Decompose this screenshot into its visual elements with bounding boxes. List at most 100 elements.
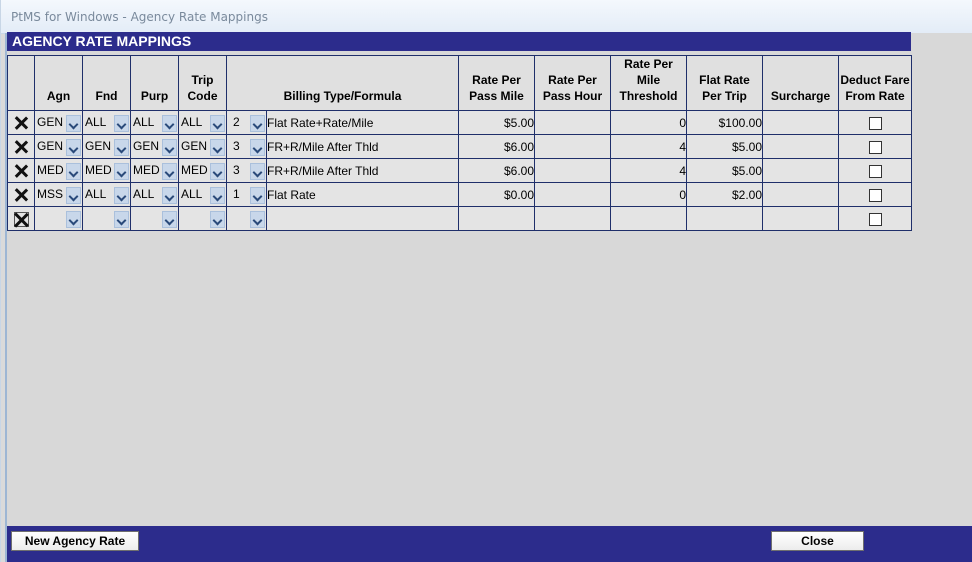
chevron-down-icon[interactable]: [66, 162, 81, 180]
surcharge-cell[interactable]: [762, 206, 840, 231]
billing-formula-cell: [265, 206, 460, 231]
surcharge-cell[interactable]: [762, 110, 840, 135]
chevron-down-icon[interactable]: [210, 114, 225, 132]
chevron-down-icon[interactable]: [210, 138, 225, 156]
purp-value: ALL: [133, 114, 155, 129]
billing-code-combo[interactable]: 1: [226, 182, 267, 207]
chevron-down-icon[interactable]: [250, 114, 265, 132]
chevron-down-icon[interactable]: [250, 162, 265, 180]
agn-combo[interactable]: GEN: [34, 134, 83, 159]
threshold-cell[interactable]: 4: [610, 158, 688, 183]
fnd-combo[interactable]: ALL: [82, 110, 131, 135]
delete-row-button[interactable]: [7, 158, 35, 183]
chevron-down-icon[interactable]: [250, 186, 265, 204]
threshold-cell[interactable]: 4: [610, 134, 688, 159]
agn-value: GEN: [37, 138, 64, 153]
app-window: PtMS for Windows - Agency Rate Mappings …: [0, 0, 972, 562]
agn-combo[interactable]: GEN: [34, 110, 83, 135]
chevron-down-icon[interactable]: [162, 210, 177, 228]
billing-code-combo[interactable]: [226, 206, 267, 231]
deduct-fare-checkbox[interactable]: [868, 188, 882, 202]
trip-code-combo[interactable]: [178, 206, 227, 231]
flat-rate-cell[interactable]: [686, 206, 764, 231]
chevron-down-icon[interactable]: [114, 210, 129, 228]
purp-combo[interactable]: ALL: [130, 182, 179, 207]
rate-pass-hour-cell[interactable]: [534, 158, 612, 183]
flat-rate-cell[interactable]: $2.00: [686, 182, 764, 207]
trip-code-combo[interactable]: ALL: [178, 182, 227, 207]
table-row: GEN GEN GEN GEN 3 FR+R/Mile After Thld $…: [7, 134, 913, 159]
flat-rate-cell[interactable]: $5.00: [686, 158, 764, 183]
rate-pass-mile-cell[interactable]: $5.00: [458, 110, 536, 135]
delete-row-button[interactable]: [7, 110, 35, 135]
delete-row-button[interactable]: [7, 206, 35, 231]
deduct-fare-checkbox[interactable]: [868, 116, 882, 130]
flat-rate-cell[interactable]: $100.00: [686, 110, 764, 135]
rate-pass-mile-cell[interactable]: [458, 206, 536, 231]
chevron-down-icon[interactable]: [66, 186, 81, 204]
chevron-down-icon[interactable]: [162, 138, 177, 156]
rate-pass-hour-cell[interactable]: [534, 110, 612, 135]
rate-pass-hour-cell[interactable]: [534, 182, 612, 207]
rate-pass-hour-cell[interactable]: [534, 134, 612, 159]
chevron-down-icon[interactable]: [66, 210, 81, 228]
rate-pass-hour-cell[interactable]: [534, 206, 612, 231]
trip-code-combo[interactable]: MED: [178, 158, 227, 183]
chevron-down-icon[interactable]: [162, 114, 177, 132]
fnd-combo[interactable]: MED: [82, 158, 131, 183]
chevron-down-icon[interactable]: [210, 162, 225, 180]
deduct-fare-checkbox[interactable]: [868, 212, 882, 226]
chevron-down-icon[interactable]: [114, 162, 129, 180]
delete-row-button[interactable]: [7, 134, 35, 159]
billing-code-combo[interactable]: 2: [226, 110, 267, 135]
rate-pass-mile-cell[interactable]: $0.00: [458, 182, 536, 207]
new-agency-rate-button[interactable]: New Agency Rate: [11, 531, 139, 551]
purp-combo[interactable]: MED: [130, 158, 179, 183]
agn-combo[interactable]: MED: [34, 158, 83, 183]
chevron-down-icon[interactable]: [210, 210, 225, 228]
billing-code-value: 3: [233, 162, 240, 177]
threshold-cell[interactable]: 0: [610, 110, 688, 135]
trip-code-combo[interactable]: GEN: [178, 134, 227, 159]
fnd-combo[interactable]: [82, 206, 131, 231]
fnd-combo[interactable]: GEN: [82, 134, 131, 159]
purp-combo[interactable]: ALL: [130, 110, 179, 135]
chevron-down-icon[interactable]: [162, 162, 177, 180]
chevron-down-icon[interactable]: [162, 186, 177, 204]
billing-formula-cell: Flat Rate+Rate/Mile: [265, 110, 460, 135]
purp-combo[interactable]: GEN: [130, 134, 179, 159]
rate-pass-mile-cell[interactable]: $6.00: [458, 134, 536, 159]
threshold-cell[interactable]: [610, 206, 688, 231]
chevron-down-icon[interactable]: [250, 138, 265, 156]
chevron-down-icon[interactable]: [210, 186, 225, 204]
col-trip-code-header: Trip Code: [178, 55, 227, 111]
chevron-down-icon[interactable]: [114, 114, 129, 132]
trip-code-combo[interactable]: ALL: [178, 110, 227, 135]
billing-code-combo[interactable]: 3: [226, 134, 267, 159]
rate-pass-mile-cell[interactable]: $6.00: [458, 158, 536, 183]
surcharge-cell[interactable]: [762, 134, 840, 159]
chevron-down-icon[interactable]: [66, 114, 81, 132]
trip-code-value: MED: [181, 162, 208, 177]
deduct-fare-checkbox[interactable]: [868, 140, 882, 154]
agn-combo[interactable]: [34, 206, 83, 231]
agn-combo[interactable]: MSS: [34, 182, 83, 207]
chevron-down-icon[interactable]: [114, 186, 129, 204]
col-flat-rate-trip-header: Flat Rate Per Trip: [686, 55, 764, 111]
flat-rate-cell[interactable]: $5.00: [686, 134, 764, 159]
deduct-fare-checkbox[interactable]: [868, 164, 882, 178]
surcharge-cell[interactable]: [762, 158, 840, 183]
chevron-down-icon[interactable]: [250, 210, 265, 228]
delete-row-button[interactable]: [7, 182, 35, 207]
chevron-down-icon[interactable]: [66, 138, 81, 156]
col-agn-header: Agn: [34, 55, 83, 111]
table-row: MSS ALL ALL ALL 1 Flat Rate $0.00 0 $2.0…: [7, 182, 913, 207]
surcharge-cell[interactable]: [762, 182, 840, 207]
purp-combo[interactable]: [130, 206, 179, 231]
chevron-down-icon[interactable]: [114, 138, 129, 156]
threshold-cell[interactable]: 0: [610, 182, 688, 207]
close-button[interactable]: Close: [771, 531, 864, 551]
page-title: AGENCY RATE MAPPINGS: [7, 32, 911, 51]
billing-code-combo[interactable]: 3: [226, 158, 267, 183]
fnd-combo[interactable]: ALL: [82, 182, 131, 207]
